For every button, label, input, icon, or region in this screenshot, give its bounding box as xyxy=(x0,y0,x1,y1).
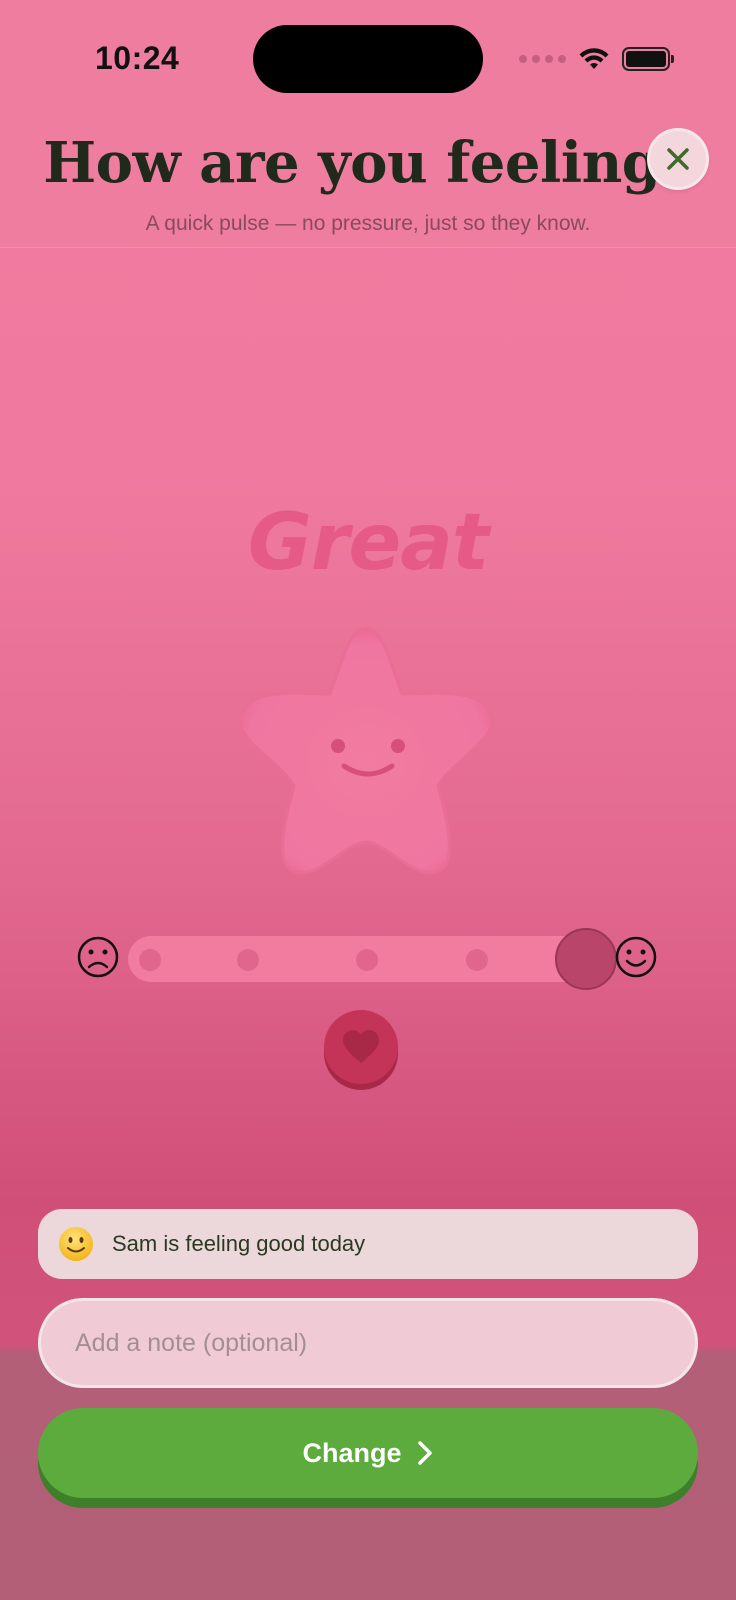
mood-slider-step[interactable] xyxy=(466,949,488,971)
status-card: Sam is feeling good today xyxy=(38,1209,698,1279)
status-time: 10:24 xyxy=(95,40,180,76)
change-button[interactable]: Change xyxy=(38,1408,698,1498)
star-left-eye xyxy=(331,739,345,753)
page-title: How are you feeling? xyxy=(43,130,693,196)
chevron-right-icon xyxy=(417,1441,432,1465)
heart-button[interactable] xyxy=(324,1010,398,1084)
star-right-eye xyxy=(391,739,405,753)
happy-face-icon xyxy=(614,935,658,979)
mood-slider-thumb[interactable] xyxy=(555,928,617,990)
dynamic-island xyxy=(253,25,483,93)
change-button-label: Change xyxy=(302,1437,402,1468)
mood-slider-step[interactable] xyxy=(139,949,161,971)
status-text: Sam is feeling good today xyxy=(112,1231,366,1256)
close-button[interactable] xyxy=(647,128,709,190)
mood-label: Great xyxy=(247,498,489,588)
close-icon xyxy=(667,148,689,170)
slightly-smiling-face-icon xyxy=(59,1227,93,1261)
star-mascot xyxy=(226,616,506,886)
mood-slider-step[interactable] xyxy=(237,949,259,971)
battery-icon xyxy=(622,47,674,71)
wifi-icon xyxy=(579,48,609,69)
page-subtitle: A quick pulse — no pressure, just so the… xyxy=(145,212,591,235)
cellular-signal-icon xyxy=(519,55,566,63)
status-icons xyxy=(519,44,674,74)
note-input[interactable] xyxy=(38,1298,698,1388)
heart-icon xyxy=(343,1030,379,1063)
mood-slider-step[interactable] xyxy=(356,949,378,971)
sad-face-icon xyxy=(76,935,120,979)
